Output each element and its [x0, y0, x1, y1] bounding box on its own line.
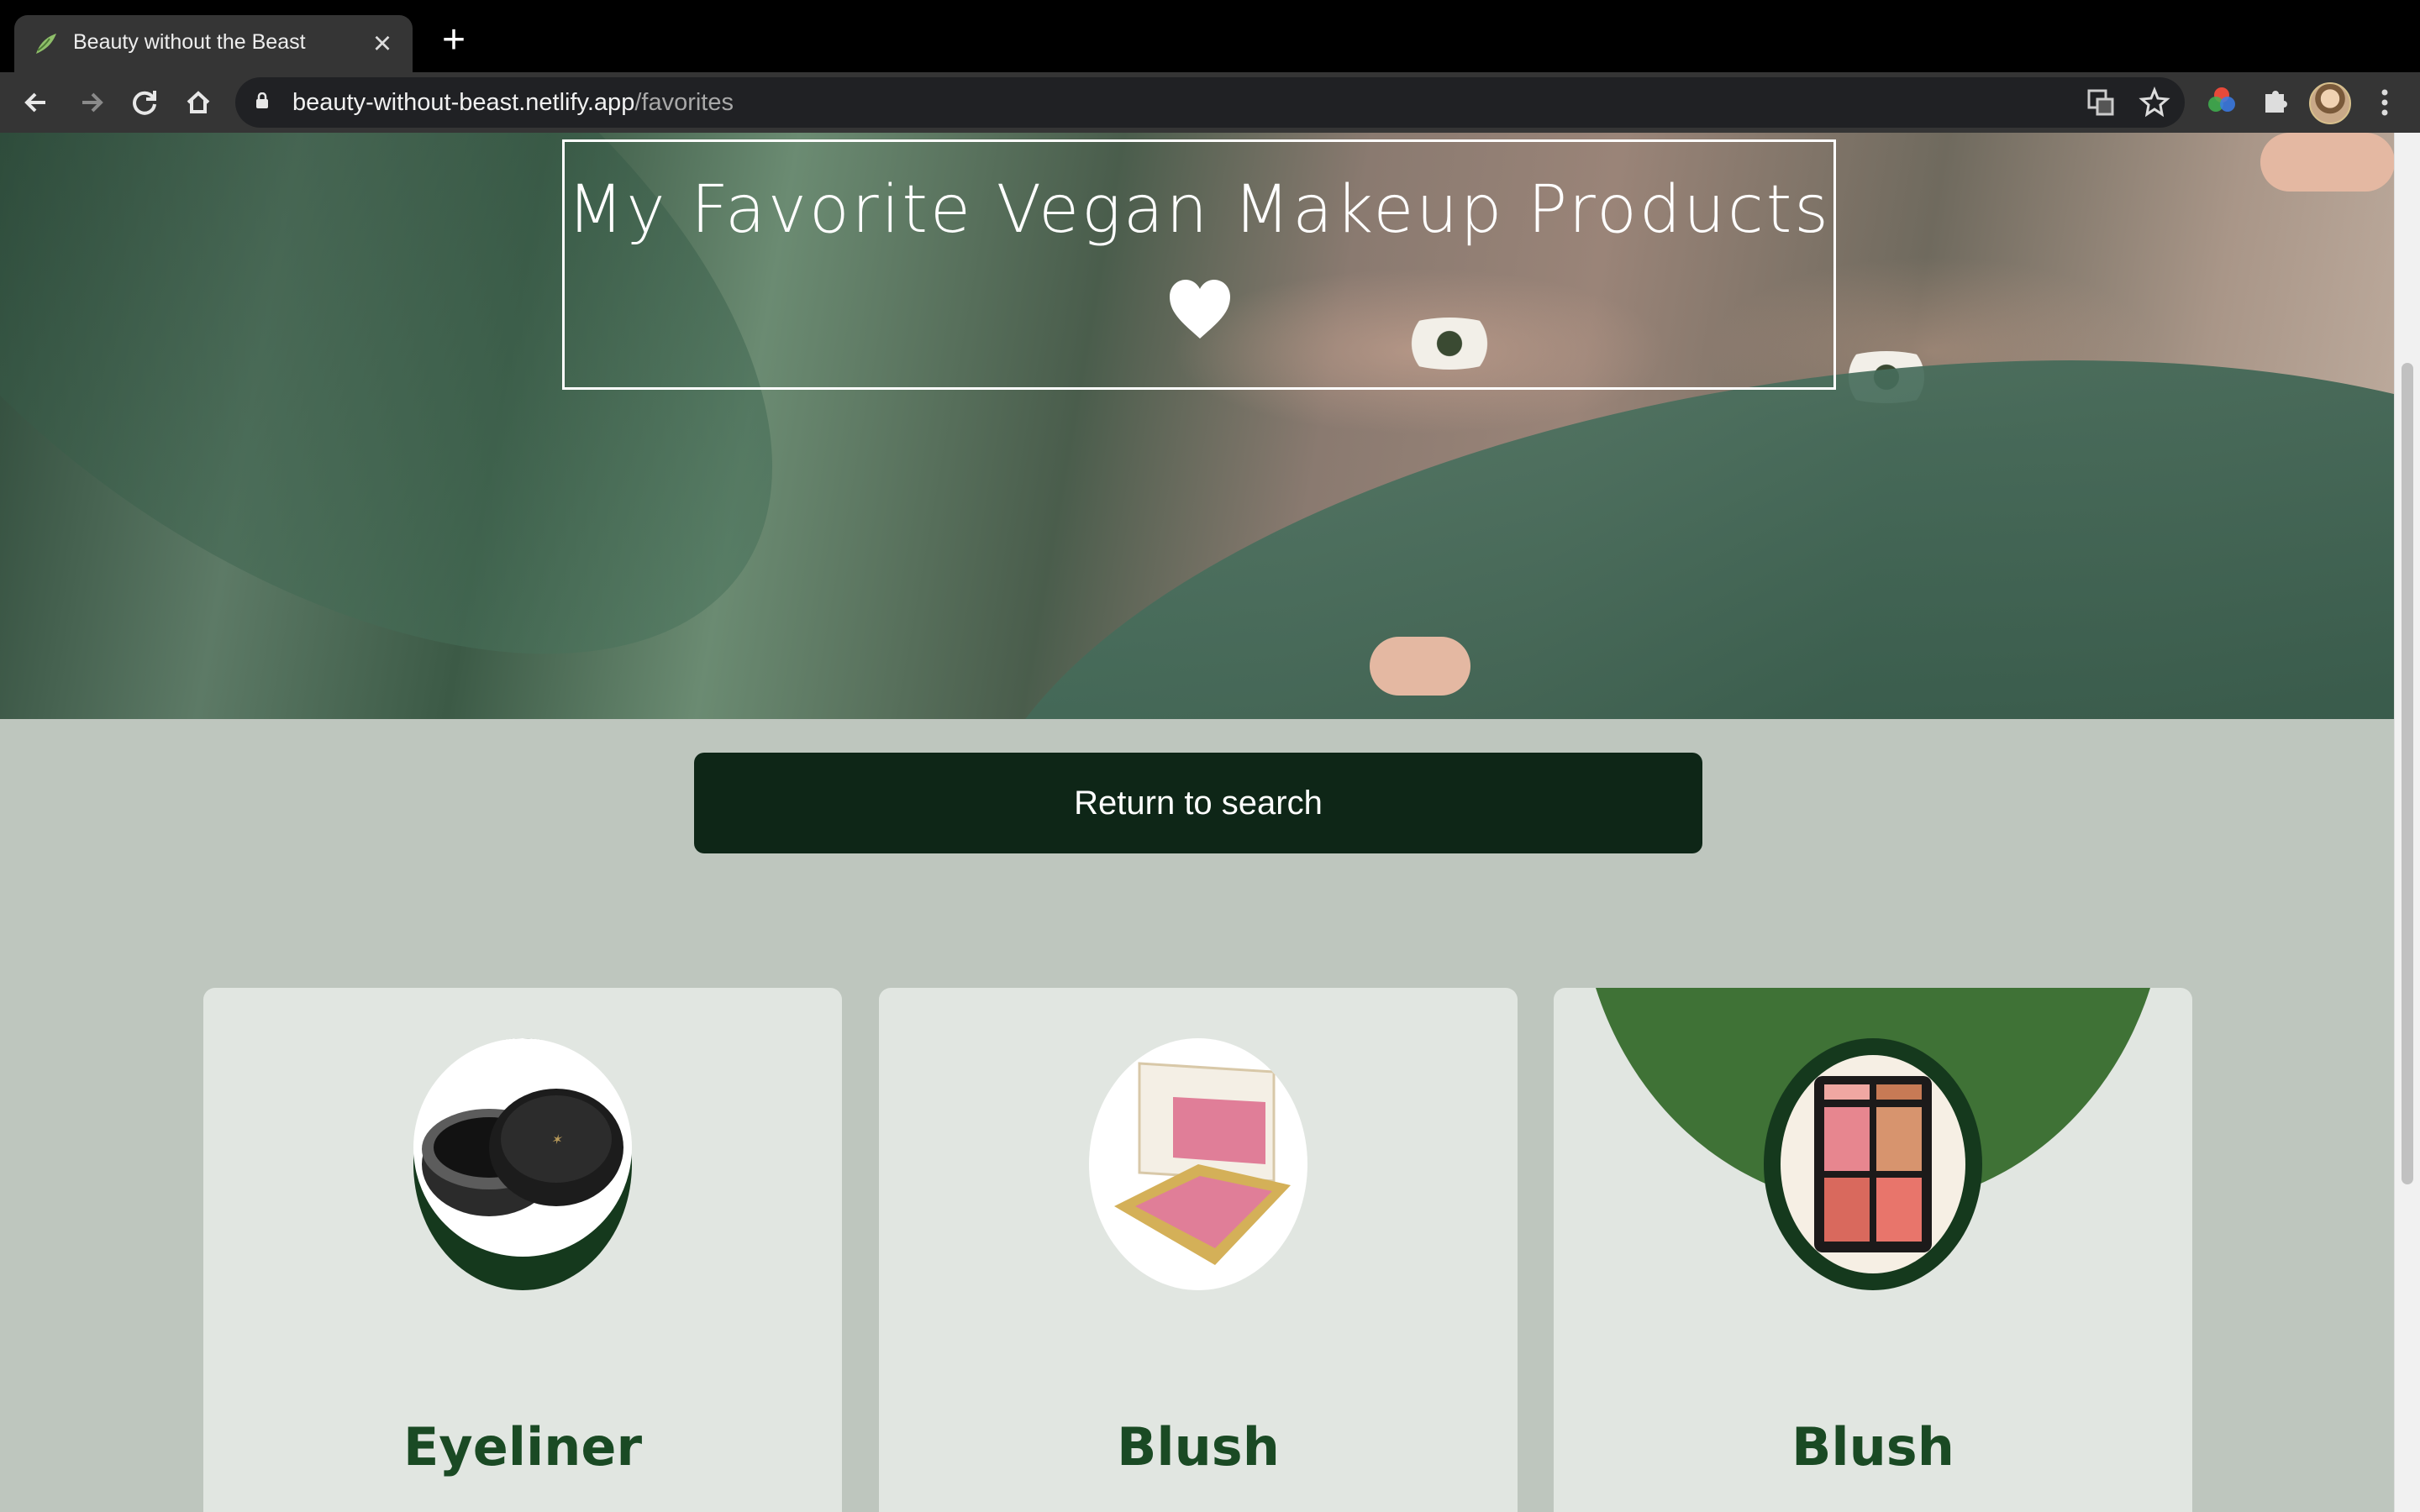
home-icon[interactable]: [175, 79, 222, 126]
hero-banner: My Favorite Vegan Makeup Products: [0, 133, 2395, 719]
page-title-box: My Favorite Vegan Makeup Products: [562, 139, 1836, 390]
blush-compact-image: [1089, 1038, 1307, 1290]
heart-icon: [1170, 280, 1230, 339]
product-image-frame: ✶: [413, 1038, 632, 1290]
address-bar[interactable]: beauty-without-beast.netlify.app/favorit…: [235, 77, 2185, 128]
product-card[interactable]: Blush: [879, 988, 1518, 1512]
eyeliner-pot-image: ✶: [413, 1038, 632, 1257]
svg-text:✶: ✶: [550, 1131, 563, 1147]
url-text: beauty-without-beast.netlify.app/favorit…: [292, 89, 734, 117]
browser-toolbar: beauty-without-beast.netlify.app/favorit…: [0, 72, 2420, 133]
return-to-search-button[interactable]: Return to search: [694, 753, 1702, 853]
url-path: /favorites: [634, 89, 734, 116]
tab-title: Beauty without the Beast: [73, 30, 306, 54]
page-title: My Favorite Vegan Makeup Products: [567, 172, 1831, 248]
card-title: Blush: [1117, 1416, 1280, 1478]
product-card[interactable]: ✶ Eyeliner: [203, 988, 842, 1512]
menu-kebab-icon[interactable]: [2368, 79, 2402, 126]
browser-tab[interactable]: Beauty without the Beast ×: [14, 15, 413, 72]
lock-icon: [256, 92, 268, 108]
tab-close-icon[interactable]: ×: [362, 24, 402, 64]
scrollbar-thumb[interactable]: [2402, 363, 2413, 1184]
color-extension-icon[interactable]: [2202, 81, 2242, 121]
reload-icon[interactable]: [121, 79, 168, 126]
product-image-frame: [1764, 1038, 1982, 1290]
forward-icon[interactable]: [67, 79, 114, 126]
blush-palette-image: [1781, 1055, 1965, 1273]
profile-avatar[interactable]: [2309, 82, 2351, 124]
product-image-frame: [1089, 1038, 1307, 1290]
url-host: beauty-without-beast.netlify.app: [292, 89, 635, 116]
back-icon[interactable]: [13, 79, 60, 126]
card-title: Blush: [1791, 1416, 1954, 1478]
browser-tab-strip: Beauty without the Beast × +: [0, 0, 2420, 72]
hero-hand: [1370, 637, 1470, 696]
extensions-puzzle-icon[interactable]: [2255, 81, 2296, 121]
page-viewport: My Favorite Vegan Makeup Products Return…: [0, 133, 2420, 1512]
product-card[interactable]: Blush: [1554, 988, 2192, 1512]
leaf-favicon-icon: [36, 34, 56, 54]
vertical-scrollbar[interactable]: [2394, 133, 2420, 1512]
hero-hand-right: [2260, 133, 2395, 192]
new-tab-button[interactable]: +: [432, 18, 476, 62]
card-title: Eyeliner: [402, 1416, 643, 1478]
translate-icon[interactable]: [2084, 86, 2118, 119]
bookmark-star-icon[interactable]: [2138, 86, 2171, 119]
